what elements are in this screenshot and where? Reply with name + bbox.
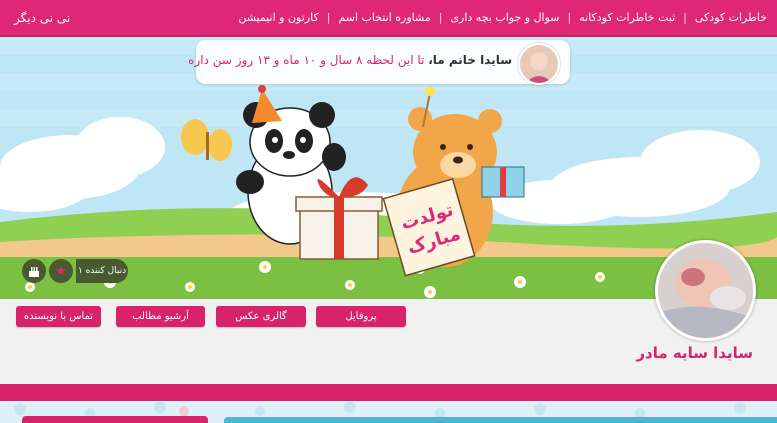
nav-parenting-qa[interactable]: سوال و جواب بچه داری: [450, 11, 559, 24]
avatar-photo-icon: [520, 45, 558, 83]
sidebar-header: [22, 416, 208, 423]
profile-photo[interactable]: [655, 240, 756, 341]
age-value: تا این لحظه ۸ سال و ۱۰ ماه و ۱۳ روز سن د…: [188, 53, 429, 67]
nav-cartoons[interactable]: کارتون و انیمیشن: [238, 11, 318, 24]
nav-childhood-memories[interactable]: خاطرات کودکی: [695, 11, 767, 24]
follow-star-button[interactable]: ★: [49, 259, 73, 283]
tab-gallery[interactable]: گالری عکس: [216, 306, 306, 327]
birthday-cake-icon[interactable]: [22, 259, 46, 283]
age-bubble: سایدا خانم ما، تا این لحظه ۸ سال و ۱۰ ما…: [188, 40, 570, 85]
tab-contact-author[interactable]: تماس با نویسنده: [16, 306, 101, 327]
follower-count[interactable]: ۱ دنبال کننده: [76, 259, 128, 283]
child-avatar[interactable]: [518, 43, 560, 85]
follow-widget: ★ ۱ دنبال کننده: [22, 259, 128, 283]
baby-photo-icon: [658, 243, 753, 338]
age-child-name: سایدا خانم ما،: [428, 53, 512, 67]
profile-name: سایدا سایه مادر: [636, 344, 753, 362]
tab-profile[interactable]: پروفایل: [316, 306, 406, 327]
top-navbar: نی نی دیگر خاطرات کودکی | ثبت خاطرات کود…: [0, 0, 777, 37]
content-header: [224, 417, 777, 423]
nav-separator: |: [683, 11, 687, 24]
nav-separator: |: [326, 11, 331, 24]
age-text: سایدا خانم ما، تا این لحظه ۸ سال و ۱۰ ما…: [188, 53, 512, 67]
nav-separator: |: [438, 11, 443, 24]
bottom-section: [0, 401, 777, 423]
nav-name-consulting[interactable]: مشاوره انتخاب اسم: [338, 11, 430, 24]
section-divider: [0, 384, 777, 401]
nav-separator: |: [567, 11, 572, 24]
other-ninis-link[interactable]: نی نی دیگر: [14, 11, 70, 25]
main-nav: خاطرات کودکی | ثبت خاطرات کودکانه | سوال…: [238, 11, 767, 24]
tab-archive[interactable]: آرشیو مطالب: [116, 306, 205, 327]
nav-register-memories[interactable]: ثبت خاطرات کودکانه: [579, 11, 675, 24]
